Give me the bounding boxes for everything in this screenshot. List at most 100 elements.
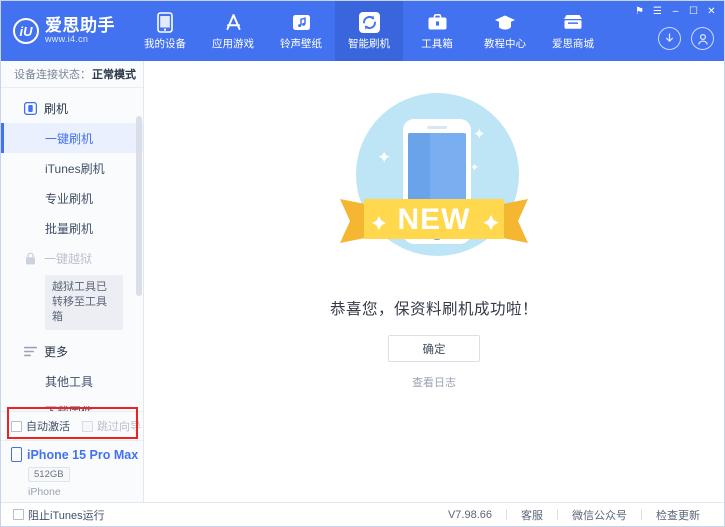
auto-activate-checkbox[interactable]: 自动激活 [11, 418, 70, 434]
block-itunes-checkbox[interactable]: 阻止iTunes运行 [13, 507, 105, 523]
sidebar-item-label: 批量刷机 [45, 221, 94, 236]
nav-item-tutorials[interactable]: 教程中心 [471, 1, 539, 61]
brand-logo: iU 爱思助手 www.i4.cn [1, 1, 131, 61]
sparkle-icon: ✦ [473, 126, 486, 143]
brand-name: 爱思助手 [45, 16, 115, 36]
ringtone-icon [290, 11, 312, 33]
appstore-icon [222, 11, 244, 33]
device-name: iPhone 15 Pro Max [27, 447, 139, 462]
sidebar-item-one-key-flash[interactable]: 一键刷机 [1, 123, 143, 153]
connection-status-label: 设备连接状态： [14, 69, 91, 81]
new-phone-badge-illustration: ✦ ✦ ✦ NEW [334, 83, 534, 283]
phone-speaker [427, 126, 447, 129]
sidebar-group-title: 更多 [44, 344, 69, 359]
nav-label: 爱思商城 [552, 38, 594, 50]
status-bar-right: V7.98.66 客服 微信公众号 检查更新 [434, 507, 714, 523]
brand-url: www.i4.cn [45, 34, 89, 45]
top-bar: iU 爱思助手 www.i4.cn 我的设备 应用游戏 铃声壁纸 智能刷机 工具… [1, 1, 724, 61]
device-capacity-badge: 512GB [28, 467, 70, 482]
checkbox-box [11, 420, 22, 432]
jailbreak-moved-tooltip: 越狱工具已转移至工具箱 [45, 275, 123, 330]
sidebar-item-label: 一键越狱 [44, 251, 93, 266]
view-log-link[interactable]: 查看日志 [412, 374, 456, 390]
status-bar: 阻止iTunes运行 V7.98.66 客服 微信公众号 检查更新 [1, 502, 724, 526]
confirm-button[interactable]: 确定 [388, 335, 480, 362]
checkbox-box [13, 509, 24, 520]
svg-text:NEW: NEW [398, 203, 471, 236]
sparkle-icon: ✦ [470, 162, 480, 174]
account-icon[interactable] [691, 27, 714, 50]
nav-label: 智能刷机 [348, 38, 390, 50]
connection-status-value: 正常模式 [92, 69, 136, 81]
nav-label: 教程中心 [484, 38, 526, 50]
logo-mark-icon: iU [13, 18, 39, 44]
sidebar-options: 自动激活 跳过向导 [1, 411, 143, 440]
checkbox-label: 自动激活 [26, 421, 70, 433]
sidebar-scrollbar[interactable] [136, 116, 142, 411]
sidebar-item-label: iTunes刷机 [45, 161, 105, 176]
sidebar-item-download-firmware[interactable]: 下载固件 [1, 396, 143, 412]
app-window: iU 爱思助手 www.i4.cn 我的设备 应用游戏 铃声壁纸 智能刷机 工具… [0, 0, 725, 527]
toolbox-icon [426, 11, 448, 33]
flash-icon [358, 11, 380, 33]
maximize-icon[interactable]: ☐ [685, 4, 702, 19]
customer-service-link[interactable]: 客服 [507, 507, 557, 523]
device-type: iPhone [28, 486, 61, 498]
checkbox-label: 跳过向导 [97, 421, 141, 433]
sidebar-scroll-area: 刷机 一键刷机 iTunes刷机 专业刷机 批量刷机 一键越狱 越狱工具已转移至… [1, 88, 143, 411]
sidebar-group-flash: 刷机 [1, 93, 143, 123]
phone-icon [11, 447, 22, 462]
sidebar-item-other-tools[interactable]: 其他工具 [1, 366, 143, 396]
check-update-link[interactable]: 检查更新 [642, 507, 714, 523]
sidebar-item-label: 其他工具 [45, 374, 94, 389]
shop-icon [562, 11, 584, 33]
nav-item-store[interactable]: 爱思商城 [539, 1, 607, 61]
menu-icon[interactable]: ☰ [649, 4, 666, 19]
sidebar-item-label: 专业刷机 [45, 191, 94, 206]
close-icon[interactable]: ✕ [703, 4, 720, 19]
lock-icon [23, 251, 37, 265]
top-right-actions [658, 27, 714, 50]
main-content: ✦ ✦ ✦ NEW 恭喜您，保资料刷机成功啦！ 确定 查看日志 [144, 61, 724, 502]
sidebar-item-itunes-flash[interactable]: iTunes刷机 [1, 153, 143, 183]
minimize-icon[interactable]: – [667, 4, 684, 19]
nav-item-ringtones-wallpapers[interactable]: 铃声壁纸 [267, 1, 335, 61]
checkbox-box [82, 420, 93, 432]
sidebar-item-label: 下载固件 [45, 403, 93, 412]
skip-wizard-checkbox: 跳过向导 [82, 418, 141, 434]
nav-label: 我的设备 [144, 38, 186, 50]
nav-item-apps-games[interactable]: 应用游戏 [199, 1, 267, 61]
sparkle-icon: ✦ [377, 148, 392, 167]
sidebar-item-pro-flash[interactable]: 专业刷机 [1, 183, 143, 213]
nav-item-smart-flash[interactable]: 智能刷机 [335, 1, 403, 61]
pin-icon[interactable]: ⚑ [631, 4, 648, 19]
device-name-row: iPhone 15 Pro Max [11, 447, 143, 462]
more-group-icon [23, 344, 37, 358]
connection-status: 设备连接状态： 正常模式 [1, 61, 143, 88]
sidebar-scrollbar-thumb[interactable] [136, 116, 142, 296]
brand-text: 爱思助手 www.i4.cn [45, 17, 115, 44]
nav-label: 铃声壁纸 [280, 38, 322, 50]
device-icon [154, 11, 176, 33]
nav-item-my-device[interactable]: 我的设备 [131, 1, 199, 61]
wechat-official-link[interactable]: 微信公众号 [558, 507, 641, 523]
window-controls: ⚑ ☰ – ☐ ✕ [631, 4, 720, 19]
nav-label: 工具箱 [421, 38, 453, 50]
sidebar-group-title: 刷机 [44, 101, 69, 116]
device-card[interactable]: iPhone 15 Pro Max 512GB iPhone [1, 440, 143, 502]
version-label: V7.98.66 [447, 508, 492, 521]
sidebar-item-one-key-jailbreak: 一键越狱 [1, 243, 143, 273]
sidebar-group-more: 更多 [1, 336, 143, 366]
flash-group-icon [23, 101, 37, 115]
sidebar-item-label: 一键刷机 [45, 131, 94, 146]
body-area: 设备连接状态： 正常模式 刷机 一键刷机 iTunes刷机 专业刷机 批量刷机 … [1, 61, 724, 502]
nav-label: 应用游戏 [212, 38, 254, 50]
checkbox-label: 阻止iTunes运行 [28, 509, 105, 522]
sidebar: 设备连接状态： 正常模式 刷机 一键刷机 iTunes刷机 专业刷机 批量刷机 … [1, 61, 144, 502]
sidebar-item-batch-flash[interactable]: 批量刷机 [1, 213, 143, 243]
nav-item-toolbox[interactable]: 工具箱 [403, 1, 471, 61]
sidebar-options-row: 自动激活 跳过向导 [1, 412, 143, 440]
success-message: 恭喜您，保资料刷机成功啦！ [329, 301, 538, 318]
download-icon[interactable] [658, 27, 681, 50]
new-ribbon: NEW [340, 199, 528, 243]
